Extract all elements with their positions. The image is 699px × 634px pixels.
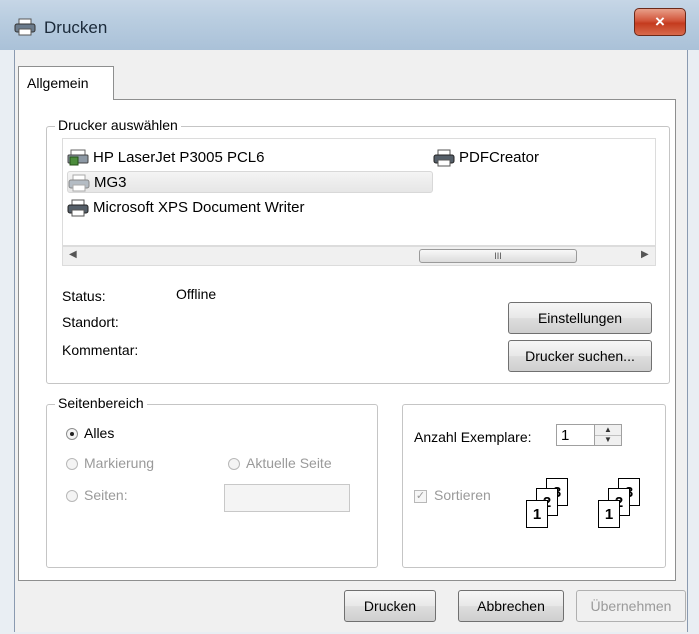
page-1: 1: [526, 500, 548, 528]
scroll-grip-icon: III: [494, 251, 502, 261]
radio-pages[interactable]: [66, 490, 78, 502]
tab-label: Allgemein: [27, 75, 89, 91]
location-label: Standort:: [62, 314, 119, 330]
printer-icon: [14, 18, 36, 36]
page-1: 1: [598, 500, 620, 528]
printer-list-scrollbar[interactable]: ◀ III ▶: [62, 246, 656, 266]
scroll-thumb[interactable]: III: [419, 249, 577, 263]
radio-all-label: Alles: [84, 425, 115, 441]
printer-list[interactable]: HP LaserJet P3005 PCL6 PDFCreator MG3 Mi…: [62, 138, 656, 246]
pages-input[interactable]: [224, 484, 350, 512]
network-printer-icon: [67, 149, 89, 167]
printer-name: HP LaserJet P3005 PCL6: [93, 149, 265, 166]
printer-name: MG3: [94, 174, 127, 191]
collate-pages-icon: 3 2 1: [522, 478, 584, 540]
settings-button[interactable]: Einstellungen: [508, 302, 652, 334]
page-range-legend: Seitenbereich: [55, 395, 147, 411]
radio-selection[interactable]: [66, 458, 78, 470]
collate-checkbox[interactable]: ✓: [414, 490, 427, 503]
copies-label: Anzahl Exemplare:: [414, 429, 532, 445]
status-value: Offline: [176, 286, 217, 302]
printer-item-hp-laserjet[interactable]: HP LaserJet P3005 PCL6: [67, 147, 265, 169]
tab-allgemein[interactable]: Allgemein: [18, 66, 114, 100]
collate-label: Sortieren: [434, 487, 491, 503]
print-button[interactable]: Drucken: [344, 590, 436, 622]
printer-group-legend: Drucker auswählen: [55, 117, 181, 133]
stepper-down-icon[interactable]: ▼: [595, 435, 621, 445]
radio-selection-label: Markierung: [84, 455, 155, 471]
radio-pages-label: Seiten:: [84, 487, 128, 503]
printer-item-mg3[interactable]: MG3: [67, 171, 433, 193]
radio-current-page[interactable]: [228, 458, 240, 470]
scroll-left-icon[interactable]: ◀: [69, 249, 77, 260]
print-dialog: Drucken × Allgemein Drucker auswählen HP…: [0, 0, 699, 634]
printer-item-pdfcreator[interactable]: PDFCreator: [433, 147, 539, 169]
collate-pages-icon: 3 2 1: [594, 478, 656, 540]
printer-item-xps-writer[interactable]: Microsoft XPS Document Writer: [67, 197, 304, 219]
printer-icon: [68, 174, 90, 192]
printer-name: PDFCreator: [459, 149, 540, 166]
printer-icon: [433, 149, 455, 167]
printer-name: Microsoft XPS Document Writer: [93, 199, 305, 216]
close-icon: ×: [655, 12, 665, 31]
apply-button[interactable]: Übernehmen: [576, 590, 686, 622]
title-bar: Drucken ×: [0, 0, 699, 50]
copies-stepper[interactable]: ▲ ▼: [594, 424, 622, 446]
radio-all[interactable]: [66, 428, 78, 440]
cancel-button[interactable]: Abbrechen: [458, 590, 564, 622]
copies-input[interactable]: [556, 424, 596, 446]
radio-current-page-label: Aktuelle Seite: [246, 455, 332, 471]
status-label: Status:: [62, 288, 106, 304]
close-button[interactable]: ×: [634, 8, 686, 36]
window-title: Drucken: [44, 18, 108, 37]
scroll-right-icon[interactable]: ▶: [641, 249, 649, 260]
find-printer-button[interactable]: Drucker suchen...: [508, 340, 652, 372]
printer-icon: [67, 199, 89, 217]
comment-label: Kommentar:: [62, 342, 139, 358]
